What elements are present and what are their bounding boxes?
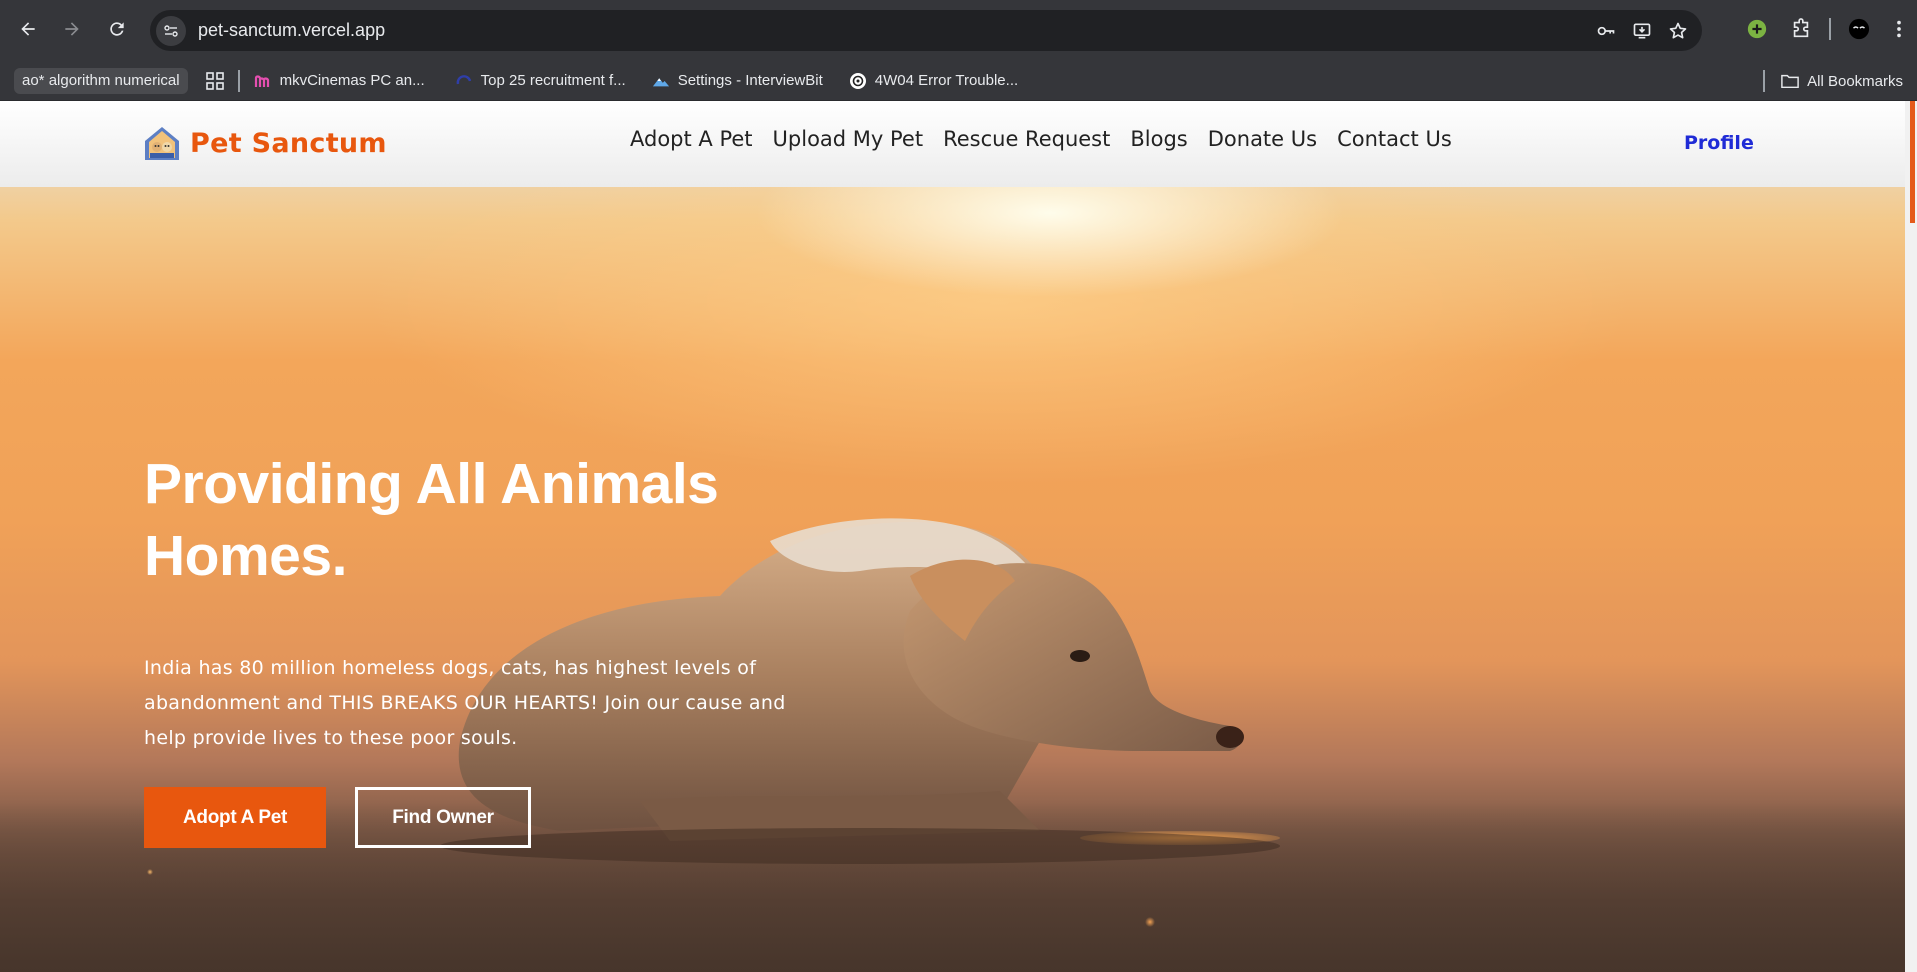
toolbar-divider — [1829, 18, 1831, 40]
bookmark-label: 4W04 Error Trouble... — [874, 72, 1019, 89]
nav-contact-us[interactable]: Contact Us — [1337, 127, 1452, 151]
url-text[interactable]: pet-sanctum.vercel.app — [198, 20, 1588, 41]
crescent-icon — [455, 72, 473, 90]
forward-arrow-icon — [65, 22, 79, 36]
mountain-icon — [652, 72, 670, 90]
find-owner-button[interactable]: Find Owner — [355, 787, 531, 848]
site-info-icon[interactable] — [156, 15, 186, 46]
hero-section: Providing All Animals Homes. India has 8… — [0, 101, 1905, 972]
nav-rescue-request[interactable]: Rescue Request — [943, 127, 1110, 151]
password-key-icon[interactable] — [1588, 13, 1624, 49]
bookmark-item[interactable]: Top 25 recruitment f... — [447, 68, 634, 94]
pet-house-logo-icon — [145, 127, 179, 160]
extension-plus-icon[interactable] — [1735, 11, 1779, 47]
profile-avatar-icon[interactable] — [1837, 11, 1881, 47]
bookmark-item[interactable]: mkvCinemas PC an... — [246, 68, 433, 94]
main-nav: Adopt A Pet Upload My Pet Rescue Request… — [630, 127, 1452, 151]
bookmarks-divider — [1763, 70, 1766, 92]
browser-toolbar: pet-sanctum.vercel.app — [0, 0, 1917, 61]
scrollbar-thumb[interactable] — [1910, 101, 1915, 223]
nav-blogs[interactable]: Blogs — [1130, 127, 1187, 151]
nav-donate-us[interactable]: Donate Us — [1208, 127, 1317, 151]
adopt-a-pet-button[interactable]: Adopt A Pet — [144, 787, 326, 848]
all-bookmarks-button[interactable]: All Bookmarks — [1781, 68, 1903, 94]
bookmark-label: Top 25 recruitment f... — [480, 72, 626, 89]
forward-button[interactable] — [54, 11, 90, 47]
bookmarks-divider — [237, 69, 240, 92]
nav-adopt-a-pet[interactable]: Adopt A Pet — [630, 127, 753, 151]
m-logo-icon — [254, 72, 272, 90]
hero-title-line: Providing All Animals — [144, 452, 719, 516]
bookmark-label: Settings - InterviewBit — [677, 72, 823, 89]
install-app-icon[interactable] — [1624, 13, 1660, 49]
nav-upload-my-pet[interactable]: Upload My Pet — [773, 127, 924, 151]
reload-icon — [110, 22, 124, 36]
profile-link[interactable]: Profile — [1684, 132, 1754, 154]
all-bookmarks-label: All Bookmarks — [1807, 72, 1903, 90]
bookmark-label: mkvCinemas PC an... — [279, 72, 425, 89]
bookmark-item[interactable]: Settings - InterviewBit — [644, 68, 831, 94]
bookmark-star-icon[interactable] — [1660, 13, 1696, 49]
bookmark-item[interactable]: ao* algorithm numerical — [14, 67, 188, 94]
openai-icon — [849, 72, 867, 90]
logo-text: Pet Sanctum — [190, 127, 387, 159]
hero-description: India has 80 million homeless dogs, cats… — [144, 657, 786, 749]
page-viewport: Providing All Animals Homes. India has 8… — [0, 101, 1917, 972]
folder-icon — [1781, 72, 1799, 90]
page-scrollbar[interactable] — [1905, 101, 1917, 972]
site-navbar: Pet Sanctum Adopt A Pet Upload My Pet Re… — [0, 101, 1905, 187]
apps-grid-icon[interactable] — [198, 68, 232, 94]
hero-title: Providing All Animals Homes. — [144, 448, 784, 592]
extensions-puzzle-icon[interactable] — [1779, 11, 1823, 47]
bookmarks-bar: ao* algorithm numerical mkvCinemas PC an… — [0, 61, 1917, 101]
reload-button[interactable] — [99, 11, 135, 47]
hero-title-line: Homes. — [144, 524, 347, 588]
address-bar[interactable]: pet-sanctum.vercel.app — [150, 10, 1702, 51]
menu-kebab-icon[interactable] — [1881, 11, 1917, 47]
bookmark-item[interactable]: 4W04 Error Trouble... — [841, 68, 1026, 94]
back-button[interactable] — [10, 11, 46, 47]
site-logo[interactable]: Pet Sanctum — [142, 123, 387, 163]
back-arrow-icon — [21, 22, 35, 36]
